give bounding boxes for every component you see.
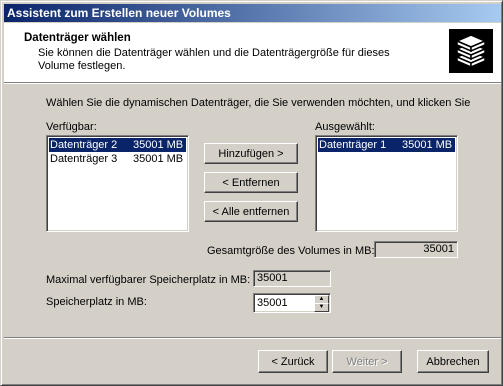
- disk-size: 35001 MB: [133, 139, 184, 151]
- disk-name: Datenträger 2: [50, 139, 118, 151]
- disk-name: Datenträger 3: [50, 153, 118, 165]
- disk-name: Datenträger 1: [319, 139, 387, 151]
- available-label: Verfügbar:: [46, 121, 97, 133]
- remove-button[interactable]: < Entfernen: [204, 172, 298, 193]
- available-item-0[interactable]: Datenträger 2 35001 MB: [49, 138, 186, 152]
- page-title: Datenträger wählen: [24, 32, 131, 44]
- available-item-1[interactable]: Datenträger 3 35001 MB: [49, 152, 186, 166]
- title-bar[interactable]: Assistent zum Erstellen neuer Volumes: [4, 4, 501, 22]
- selected-listbox[interactable]: Datenträger 1 35001 MB: [315, 135, 458, 232]
- next-button[interactable]: Weiter >: [332, 350, 402, 373]
- disk-size: 35001 MB: [402, 139, 453, 151]
- total-size-field: 35001: [374, 241, 458, 258]
- spin-down-button[interactable]: ▼: [314, 303, 329, 312]
- wizard-header: Datenträger wählen Sie können die Datent…: [4, 23, 501, 82]
- window-title: Assistent zum Erstellen neuer Volumes: [7, 6, 231, 20]
- available-listbox[interactable]: Datenträger 2 35001 MB Datenträger 3 350…: [46, 135, 189, 232]
- back-button[interactable]: < Zurück: [258, 350, 328, 373]
- page-description: Sie können die Datenträger wählen und di…: [38, 47, 390, 72]
- footer-divider: [4, 337, 501, 339]
- total-size-label: Gesamtgröße des Volumes in MB:: [207, 245, 375, 257]
- selected-label: Ausgewählt:: [315, 121, 375, 133]
- remove-all-button[interactable]: < Alle entfernen: [204, 201, 298, 222]
- instruction-text: Wählen Sie die dynamischen Datenträger, …: [46, 97, 471, 109]
- header-divider: [4, 82, 501, 84]
- wizard-window: Assistent zum Erstellen neuer Volumes Da…: [0, 0, 503, 386]
- max-space-field: 35001: [253, 270, 331, 287]
- cancel-button[interactable]: Abbrechen: [417, 350, 489, 373]
- max-space-label: Maximal verfügbarer Speicherplatz in MB:: [46, 274, 251, 286]
- disk-stack-icon: [449, 29, 493, 73]
- space-label: Speicherplatz in MB:: [46, 296, 147, 308]
- selected-item-0[interactable]: Datenträger 1 35001 MB: [318, 138, 455, 152]
- disk-size: 35001 MB: [133, 153, 184, 165]
- add-button[interactable]: Hinzufügen >: [204, 143, 298, 164]
